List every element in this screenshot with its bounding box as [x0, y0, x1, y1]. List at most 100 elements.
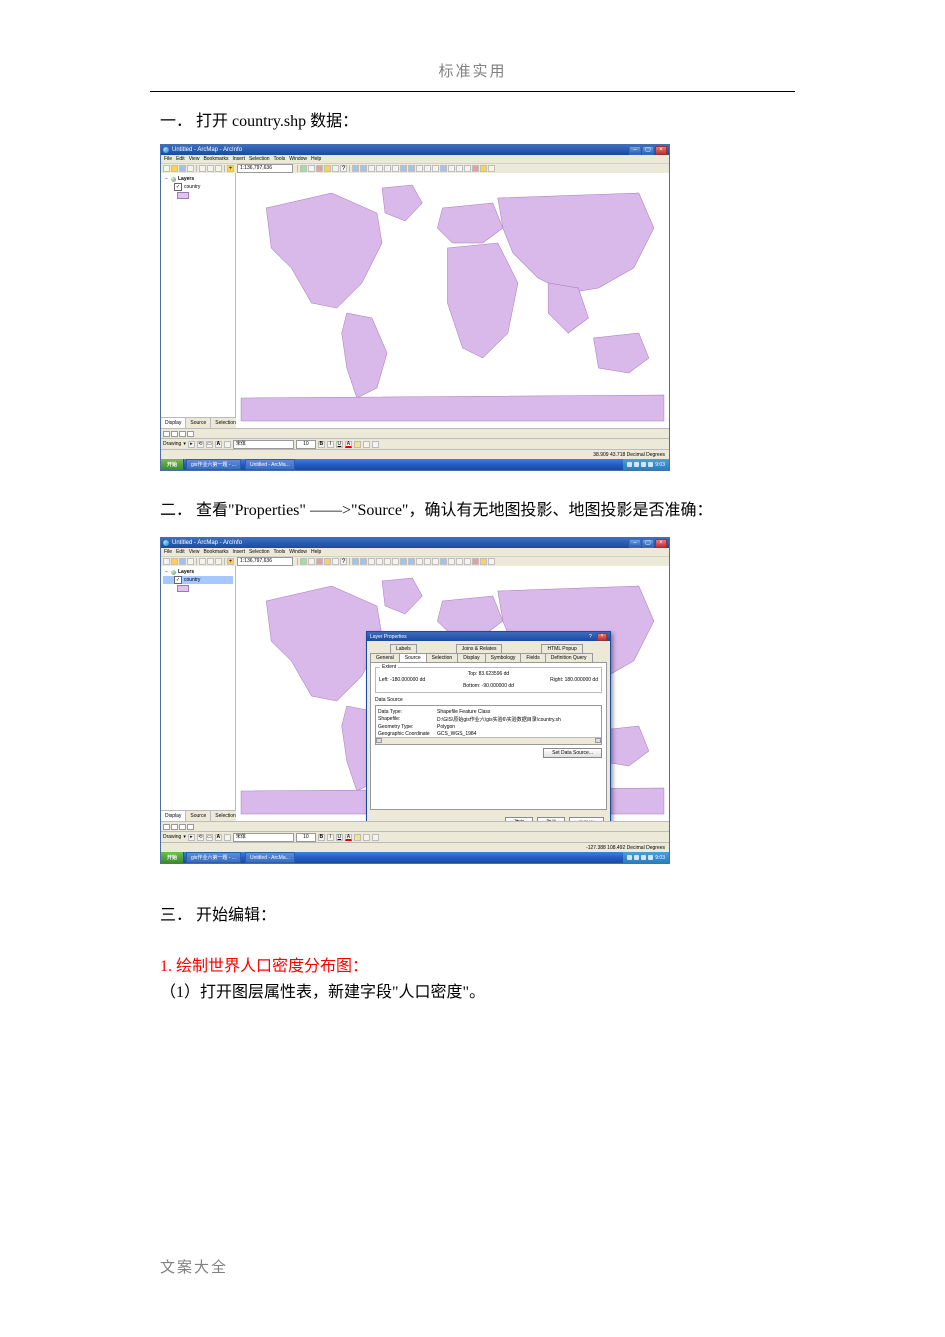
scale-input[interactable]: 1:136,797,636 [237, 164, 293, 173]
layer-visibility-checkbox[interactable]: ✓ [174, 183, 182, 191]
underline-icon[interactable]: U [336, 834, 343, 841]
tab-fields[interactable]: Fields [520, 653, 545, 662]
time-slider-icon[interactable] [480, 558, 487, 565]
tab-source[interactable]: Source [399, 653, 427, 662]
help-icon[interactable]: ? [340, 165, 347, 172]
tab-general[interactable]: General [370, 653, 400, 662]
pan-icon[interactable] [368, 558, 375, 565]
bold-icon[interactable]: B [318, 834, 325, 841]
menu-file[interactable]: File [164, 156, 172, 162]
menu-edit[interactable]: Edit [176, 549, 185, 555]
text-icon[interactable]: A [215, 834, 222, 841]
tray-icon[interactable] [648, 462, 653, 467]
pause-drawing-icon[interactable] [187, 431, 194, 437]
toc-tab-display[interactable]: Display [161, 811, 186, 821]
back-extent-icon[interactable] [400, 165, 407, 172]
tab-symbology[interactable]: Symbology [485, 653, 522, 662]
toolbox-icon[interactable] [316, 558, 323, 565]
layer-name[interactable]: country [184, 577, 200, 583]
zoom-in-icon[interactable] [352, 165, 359, 172]
toolbox-icon[interactable] [316, 165, 323, 172]
bold-icon[interactable]: B [318, 441, 325, 448]
tab-display[interactable]: Display [457, 653, 485, 662]
paste-icon[interactable] [215, 558, 222, 565]
font-size-input[interactable]: 10 [296, 833, 316, 842]
catalog-icon[interactable] [332, 165, 339, 172]
dialog-close-button[interactable]: × [597, 633, 607, 641]
select-element-icon[interactable]: ▸ [188, 834, 195, 841]
rotate-icon[interactable]: ⟲ [197, 441, 204, 448]
ok-button[interactable]: 确定 [505, 817, 533, 821]
identify-icon[interactable] [440, 165, 447, 172]
layout-view-icon[interactable] [171, 824, 178, 830]
select-elements-icon[interactable] [432, 558, 439, 565]
copy-icon[interactable] [207, 558, 214, 565]
text-icon[interactable]: A [215, 441, 222, 448]
tray-icon[interactable] [641, 462, 646, 467]
catalog-icon[interactable] [332, 558, 339, 565]
tray-icon[interactable] [627, 855, 632, 860]
map-view[interactable] [236, 173, 669, 428]
menu-tools[interactable]: Tools [274, 156, 286, 162]
open-icon[interactable] [171, 165, 178, 172]
refresh-icon[interactable] [179, 824, 186, 830]
taskbar-item-2[interactable]: Untitled - ArcMa... [245, 852, 295, 863]
rotate-icon[interactable]: ⟲ [197, 834, 204, 841]
layer-symbol-swatch[interactable] [177, 192, 189, 199]
taskbar-item-1[interactable]: gis作业六第一题 - ... [186, 459, 241, 470]
minimize-button[interactable]: – [629, 146, 641, 155]
open-icon[interactable] [171, 558, 178, 565]
zoom-out-icon[interactable] [360, 165, 367, 172]
toc-tab-source[interactable]: Source [186, 811, 211, 821]
menu-window[interactable]: Window [289, 549, 307, 555]
menu-view[interactable]: View [189, 549, 200, 555]
cmd-icon[interactable] [324, 558, 331, 565]
apply-button[interactable]: 应用(A) [569, 817, 604, 821]
layout-view-icon[interactable] [171, 431, 178, 437]
editor-icon[interactable] [300, 165, 307, 172]
system-tray[interactable]: 9:03 [623, 852, 669, 863]
select-features-icon[interactable] [416, 165, 423, 172]
html-popup-icon[interactable] [488, 165, 495, 172]
rect-icon[interactable]: ▭ [206, 834, 213, 841]
line-color-icon[interactable] [363, 834, 370, 841]
menu-selection[interactable]: Selection [249, 549, 270, 555]
forward-extent-icon[interactable] [408, 165, 415, 172]
add-data-icon[interactable]: + [227, 558, 234, 565]
scroll-right-icon[interactable] [595, 738, 601, 743]
tool-a-icon[interactable] [308, 165, 315, 172]
fixed-zoom-out-icon[interactable] [392, 558, 399, 565]
tray-icon[interactable] [641, 855, 646, 860]
underline-icon[interactable]: U [336, 441, 343, 448]
font-input[interactable]: 宋体 [233, 833, 294, 842]
print-icon[interactable] [187, 558, 194, 565]
fixed-zoom-in-icon[interactable] [384, 165, 391, 172]
full-extent-icon[interactable] [376, 165, 383, 172]
goto-xy-icon[interactable] [456, 165, 463, 172]
fill-color-icon[interactable] [354, 441, 361, 448]
add-data-icon[interactable]: + [227, 165, 234, 172]
refresh-icon[interactable] [179, 431, 186, 437]
cancel-button[interactable]: 取消 [537, 817, 565, 821]
zoom-in-icon[interactable] [352, 558, 359, 565]
layer-symbol-swatch[interactable] [177, 585, 189, 592]
clear-selection-icon[interactable] [424, 558, 431, 565]
html-popup-icon[interactable] [488, 558, 495, 565]
tab-labels[interactable]: Labels [390, 644, 417, 653]
menu-insert[interactable]: Insert [232, 549, 245, 555]
menu-edit[interactable]: Edit [176, 156, 185, 162]
close-button[interactable]: × [655, 539, 667, 548]
menu-tools[interactable]: Tools [274, 549, 286, 555]
editor-icon[interactable] [300, 558, 307, 565]
start-button[interactable]: 开始 [161, 852, 184, 863]
tray-icon[interactable] [648, 855, 653, 860]
tab-definition-query[interactable]: Definition Query [545, 653, 593, 662]
find-icon[interactable] [448, 165, 455, 172]
copy-icon[interactable] [207, 165, 214, 172]
tray-icon[interactable] [634, 855, 639, 860]
measure-icon[interactable] [464, 558, 471, 565]
set-data-source-button[interactable]: Set Data Source... [543, 748, 602, 758]
menu-file[interactable]: File [164, 549, 172, 555]
start-button[interactable]: 开始 [161, 459, 184, 470]
pan-icon[interactable] [368, 165, 375, 172]
